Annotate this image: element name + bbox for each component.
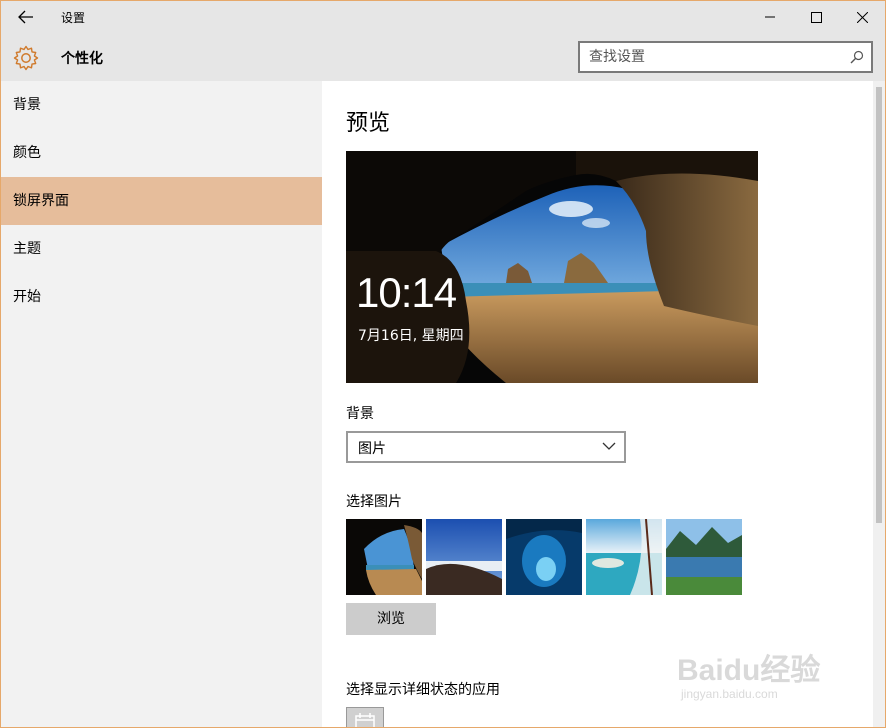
app-title: 设置 <box>61 11 86 25</box>
background-select[interactable]: 图片 <box>346 431 626 463</box>
watermark-text: Baidu经验 <box>677 654 821 687</box>
picture-thumbnails <box>346 519 746 595</box>
lock-time: 10:14 <box>356 269 457 316</box>
close-button[interactable] <box>839 1 885 33</box>
vertical-scrollbar[interactable] <box>873 81 885 727</box>
thumbnail-ice-cave[interactable] <box>506 519 582 595</box>
calendar-app-button[interactable] <box>346 707 384 727</box>
sidebar-item-start[interactable]: 开始 <box>1 273 322 321</box>
thumbnail-boat-lagoon[interactable] <box>586 519 662 595</box>
search-box[interactable] <box>578 41 873 73</box>
minimize-button[interactable] <box>747 1 793 33</box>
cave-beach-image <box>346 151 758 383</box>
watermark-sub: jingyan.baidu.com <box>681 687 778 701</box>
sidebar-item-lock-screen[interactable]: 锁屏界面 <box>1 177 322 225</box>
choose-picture-label: 选择图片 <box>346 494 402 510</box>
detail-status-app-label: 选择显示详细状态的应用 <box>346 682 500 698</box>
main-content: 预览 10:14 7月16日, 星期四 背景 图片 选择图片 浏览 选择显示详细… <box>322 81 873 727</box>
page-header: 个性化 <box>1 33 885 81</box>
minimize-icon <box>765 16 775 18</box>
chevron-down-icon <box>602 442 616 450</box>
page-title: 预览 <box>346 111 391 136</box>
baidu-watermark: Baidu经验 jingyan.baidu.com <box>677 641 847 711</box>
maximize-button[interactable] <box>793 1 839 33</box>
thumbnail-mountain-lake[interactable] <box>666 519 742 595</box>
maximize-icon <box>810 11 822 23</box>
back-button[interactable] <box>11 5 41 29</box>
thumbnail-cave[interactable] <box>346 519 422 595</box>
lock-date: 7月16日, 星期四 <box>358 328 464 344</box>
background-select-value: 图片 <box>358 441 386 457</box>
title-bar: 设置 <box>1 1 885 33</box>
calendar-icon <box>355 713 375 727</box>
gear-icon <box>13 45 39 71</box>
search-icon[interactable] <box>850 50 864 64</box>
sidebar: 背景 颜色 锁屏界面 主题 开始 <box>1 81 322 727</box>
close-icon <box>856 11 868 23</box>
lock-screen-preview: 10:14 7月16日, 星期四 <box>346 151 758 383</box>
search-input[interactable] <box>589 43 839 71</box>
back-arrow-icon <box>18 10 33 24</box>
sidebar-item-themes[interactable]: 主题 <box>1 225 322 273</box>
scrollbar-thumb[interactable] <box>876 87 882 523</box>
section-title: 个性化 <box>61 51 103 67</box>
background-label: 背景 <box>346 406 374 422</box>
settings-window: 设置 个性化 背景 颜色 锁屏界面 主题 开始 <box>0 0 886 728</box>
browse-button[interactable]: 浏览 <box>346 603 436 635</box>
sidebar-item-colors[interactable]: 颜色 <box>1 129 322 177</box>
thumbnail-mountain-sky[interactable] <box>426 519 502 595</box>
sidebar-item-background[interactable]: 背景 <box>1 81 322 129</box>
